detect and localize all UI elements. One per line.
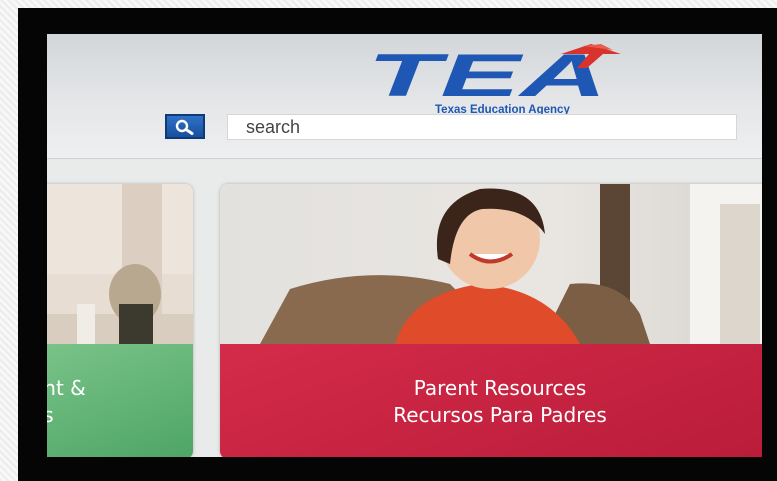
- card-photo: [47, 184, 193, 344]
- card-label-line1: Parent Resources: [413, 375, 587, 400]
- card-label-line2: Recursos Para Padres: [393, 402, 607, 427]
- tea-logo[interactable]: TEA Texas Education Agency: [365, 40, 627, 118]
- site-header: TEA Texas Education Agency: [47, 34, 762, 159]
- magnifier-icon: [175, 119, 194, 135]
- browser-viewport: TEA Texas Education Agency ent &: [47, 34, 762, 457]
- search-button[interactable]: [165, 114, 205, 139]
- card-label-line1: ent &: [47, 375, 86, 400]
- educator-resources-card[interactable]: ent & es: [47, 184, 193, 457]
- card-photo: [220, 184, 762, 344]
- search-input[interactable]: [227, 114, 737, 140]
- card-label: ent & es: [47, 344, 193, 457]
- parent-resources-card[interactable]: Parent Resources Recursos Para Padres: [220, 184, 762, 457]
- card-label: Parent Resources Recursos Para Padres: [220, 344, 762, 457]
- card-label-line2: es: [47, 402, 54, 427]
